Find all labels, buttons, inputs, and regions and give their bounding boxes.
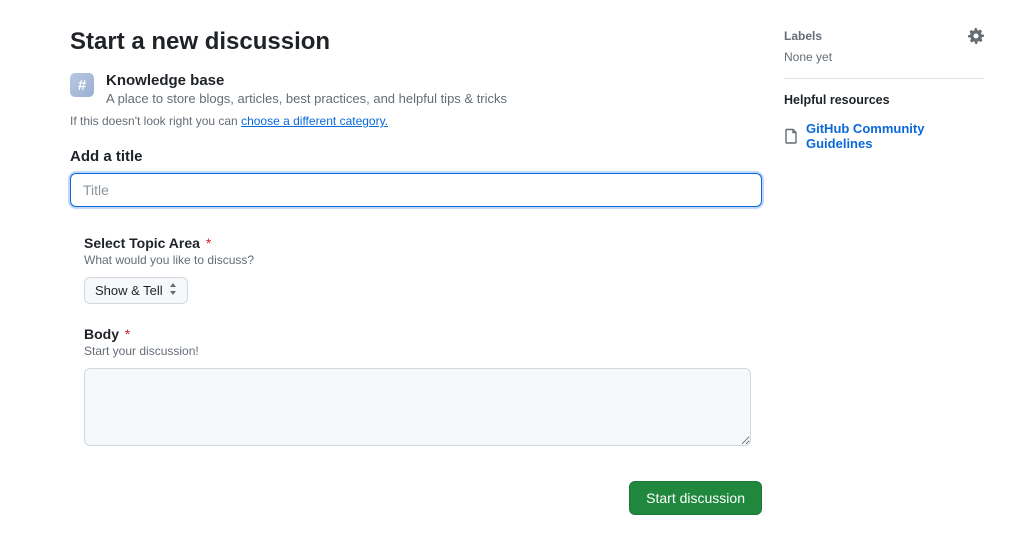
labels-heading: Labels (784, 29, 822, 43)
select-caret-icon (169, 283, 177, 298)
hash-icon: # (70, 73, 94, 97)
resource-link-label: GitHub Community Guidelines (806, 121, 984, 151)
labels-section: Labels None yet (784, 28, 984, 79)
change-category-hint: If this doesn't look right you can choos… (70, 114, 762, 128)
resource-link[interactable]: GitHub Community Guidelines (784, 121, 984, 151)
labels-empty: None yet (784, 50, 984, 79)
title-input[interactable] (70, 173, 762, 207)
file-icon (784, 128, 798, 144)
body-help: Start your discussion! (84, 344, 762, 358)
topic-help: What would you like to discuss? (84, 253, 762, 267)
topic-selected-value: Show & Tell (95, 283, 163, 298)
change-hint-prefix: If this doesn't look right you can (70, 114, 241, 128)
topic-required-mark: * (206, 235, 211, 251)
category-name: Knowledge base (106, 72, 507, 89)
topic-select[interactable]: Show & Tell (84, 277, 188, 304)
gear-icon[interactable] (968, 28, 984, 44)
page-title: Start a new discussion (70, 28, 762, 56)
title-label: Add a title (70, 148, 762, 165)
resources-heading: Helpful resources (784, 93, 890, 107)
category-row: # Knowledge base A place to store blogs,… (70, 72, 762, 106)
start-discussion-button[interactable]: Start discussion (629, 481, 762, 515)
change-category-link[interactable]: choose a different category. (241, 114, 388, 128)
category-description: A place to store blogs, articles, best p… (106, 91, 507, 106)
resources-section: Helpful resources GitHub Community Guide… (784, 93, 984, 151)
body-required-mark: * (125, 326, 130, 342)
body-textarea[interactable] (84, 368, 751, 446)
topic-label: Select Topic Area (84, 235, 200, 251)
body-label: Body (84, 326, 119, 342)
